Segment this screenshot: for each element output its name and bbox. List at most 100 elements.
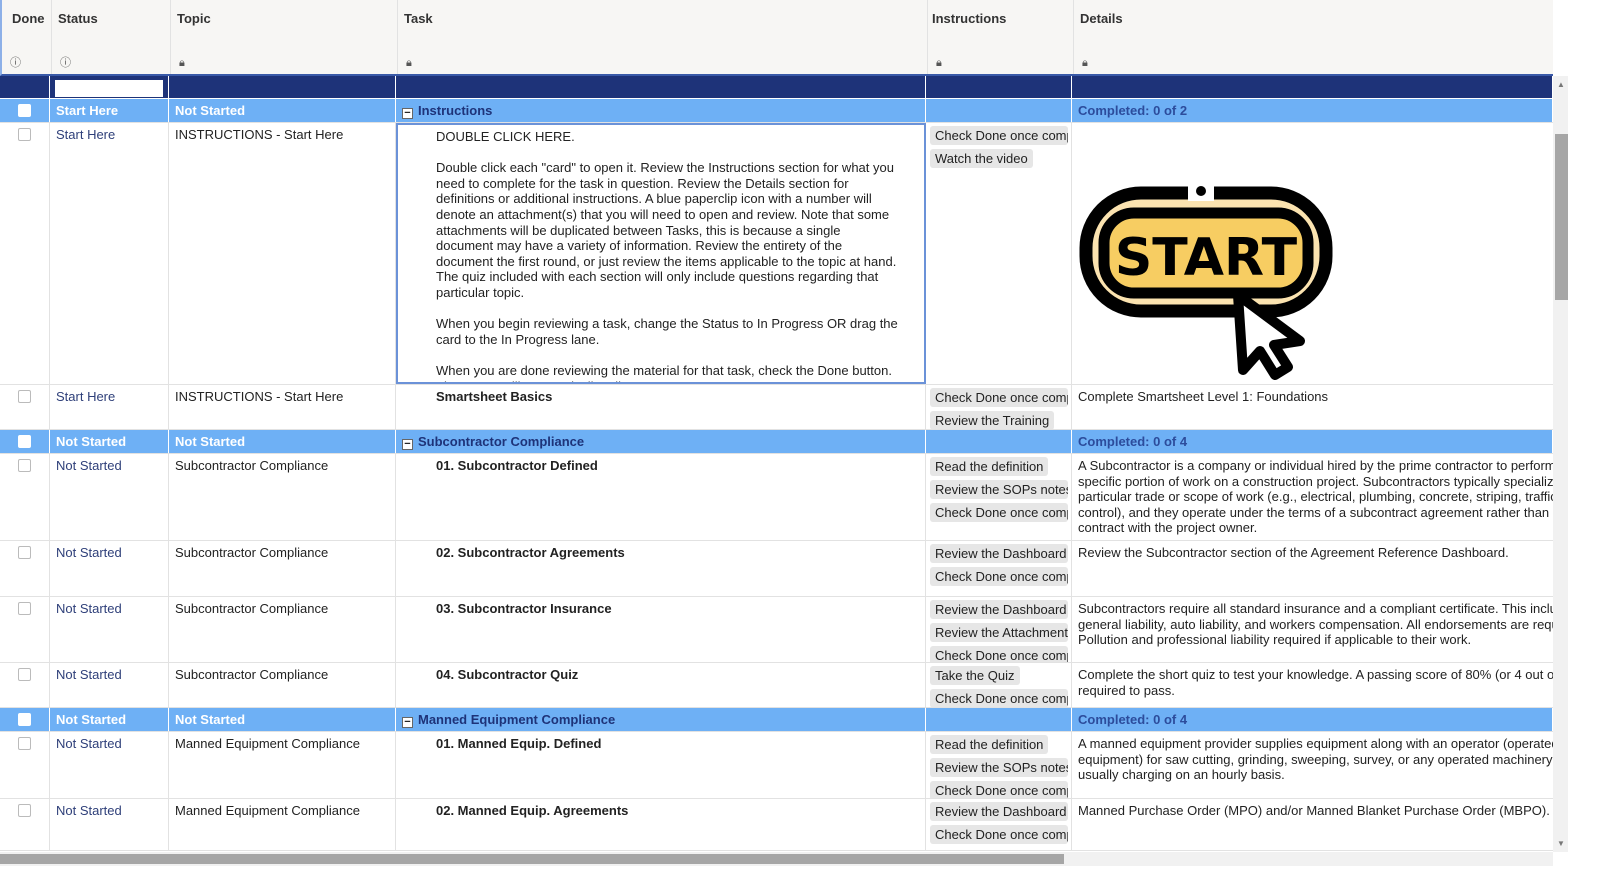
details-cell[interactable]: Completed: 0 of 4 xyxy=(1072,430,1553,453)
table-row[interactable]: Not Started Subcontractor Compliance 01.… xyxy=(0,454,1553,541)
task-cell[interactable]: Smartsheet Basics xyxy=(396,385,926,429)
done-checkbox[interactable] xyxy=(18,668,31,681)
details-cell[interactable]: Complete Smartsheet Level 1: Foundations xyxy=(1072,385,1553,429)
instruction-chip[interactable]: Read the definition xyxy=(930,457,1049,476)
details-cell[interactable]: Manned Purchase Order (MPO) and/or Manne… xyxy=(1072,799,1553,850)
group-row[interactable]: Not Started Not Started − Manned Equipmen… xyxy=(0,708,1553,732)
status-filter-input[interactable] xyxy=(55,80,163,97)
status-cell[interactable]: Not Started xyxy=(50,597,169,662)
topic-cell[interactable]: Subcontractor Compliance xyxy=(169,454,396,540)
instruction-chip[interactable]: Watch the video xyxy=(930,149,1033,168)
column-header-instructions[interactable]: Instructions 🔒︎ xyxy=(928,0,1074,74)
instructions-cell[interactable]: Review the Dashboard Check Done once comp… xyxy=(926,541,1072,596)
table-row[interactable]: Start Here INSTRUCTIONS - Start Here DOU… xyxy=(0,123,1553,385)
vertical-scroll-thumb[interactable] xyxy=(1555,134,1568,300)
column-header-status[interactable]: Status ⓘ xyxy=(52,0,171,74)
done-checkbox[interactable] xyxy=(18,602,31,615)
scroll-up-icon[interactable]: ▲ xyxy=(1557,80,1565,89)
topic-cell[interactable]: INSTRUCTIONS - Start Here xyxy=(169,123,396,384)
status-cell[interactable]: Not Started xyxy=(50,732,169,798)
task-cell[interactable]: 01. Manned Equip. Defined xyxy=(396,732,926,798)
column-header-topic[interactable]: Topic 🔒︎ xyxy=(171,0,398,74)
instructions-cell[interactable]: Check Done once complete Review the Train… xyxy=(926,385,1072,429)
instruction-chip[interactable]: Check Done once complete xyxy=(930,567,1068,586)
task-cell[interactable]: 02. Manned Equip. Agreements xyxy=(396,799,926,850)
done-checkbox[interactable] xyxy=(18,459,31,472)
instructions-cell[interactable]: Review the Dashboard Review the Attachmen… xyxy=(926,597,1072,662)
instruction-chip[interactable]: Check Done once complete xyxy=(930,503,1068,522)
topic-cell[interactable]: Not Started xyxy=(169,430,396,453)
task-cell[interactable]: − Manned Equipment Compliance xyxy=(396,708,926,731)
status-cell[interactable]: Start Here xyxy=(50,385,169,429)
status-cell[interactable]: Not Started xyxy=(50,454,169,540)
done-checkbox[interactable] xyxy=(18,737,31,750)
topic-cell[interactable]: Manned Equipment Compliance xyxy=(169,799,396,850)
done-checkbox[interactable] xyxy=(18,546,31,559)
instruction-chip[interactable]: Review the SOPs notes xyxy=(930,758,1068,777)
instructions-cell[interactable]: Take the Quiz Check Done once complete xyxy=(926,663,1072,707)
details-cell[interactable]: Complete the short quiz to test your kno… xyxy=(1072,663,1553,707)
done-checkbox[interactable] xyxy=(18,804,31,817)
status-cell[interactable]: Start Here xyxy=(50,99,169,122)
task-cell[interactable]: 01. Subcontractor Defined xyxy=(396,454,926,540)
status-cell[interactable]: Not Started xyxy=(50,541,169,596)
instructions-cell[interactable] xyxy=(926,99,1072,122)
instructions-cell[interactable] xyxy=(926,708,1072,731)
table-row[interactable]: Not Started Subcontractor Compliance 04.… xyxy=(0,663,1553,708)
instructions-cell[interactable]: Read the definition Review the SOPs notes… xyxy=(926,454,1072,540)
column-header-task[interactable]: Task 🔒︎ xyxy=(398,0,928,74)
status-cell[interactable]: Not Started xyxy=(50,663,169,707)
horizontal-scrollbar[interactable] xyxy=(0,852,1553,866)
done-checkbox[interactable] xyxy=(18,128,31,141)
instruction-chip[interactable]: Review the Dashboard xyxy=(930,600,1068,619)
instruction-chip[interactable]: Review the SOPs notes xyxy=(930,480,1068,499)
task-cell[interactable]: 02. Subcontractor Agreements xyxy=(396,541,926,596)
instruction-chip[interactable]: Take the Quiz xyxy=(930,666,1020,685)
instructions-cell[interactable]: Review the Dashboard Check Done once comp… xyxy=(926,799,1072,850)
details-cell[interactable]: Subcontractors require all standard insu… xyxy=(1072,597,1553,662)
table-row[interactable]: Not Started Subcontractor Compliance 02.… xyxy=(0,541,1553,597)
task-cell[interactable]: − Instructions xyxy=(396,99,926,122)
done-checkbox[interactable] xyxy=(18,104,31,117)
instruction-chip[interactable]: Check Done once complete xyxy=(930,126,1068,145)
instruction-chip[interactable]: Check Done once complete xyxy=(930,781,1068,798)
details-cell[interactable]: Completed: 0 of 2 xyxy=(1072,99,1553,122)
instruction-chip[interactable]: Review the Attachment xyxy=(930,623,1068,642)
instruction-chip[interactable]: Check Done once complete xyxy=(930,825,1068,844)
table-row[interactable]: Not Started Manned Equipment Compliance … xyxy=(0,799,1553,851)
done-checkbox[interactable] xyxy=(18,713,31,726)
topic-cell[interactable]: Not Started xyxy=(169,99,396,122)
task-cell[interactable]: 04. Subcontractor Quiz xyxy=(396,663,926,707)
column-header-details[interactable]: Details 🔒︎ xyxy=(1074,0,1555,74)
status-cell[interactable]: Start Here xyxy=(50,123,169,384)
status-cell[interactable]: Not Started xyxy=(50,799,169,850)
topic-cell[interactable]: Not Started xyxy=(169,708,396,731)
topic-cell[interactable]: Subcontractor Compliance xyxy=(169,597,396,662)
collapse-icon[interactable]: − xyxy=(402,108,413,119)
scroll-down-icon[interactable]: ▼ xyxy=(1557,839,1565,848)
instruction-chip[interactable]: Check Done once complete xyxy=(930,646,1068,662)
details-cell[interactable]: START xyxy=(1072,123,1553,384)
task-cell[interactable]: 03. Subcontractor Insurance xyxy=(396,597,926,662)
vertical-scrollbar[interactable]: ▲ ▼ xyxy=(1553,76,1568,852)
collapse-icon[interactable]: − xyxy=(402,439,413,450)
instruction-chip[interactable]: Read the definition xyxy=(930,735,1049,754)
done-checkbox[interactable] xyxy=(18,390,31,403)
task-cell[interactable]: − Subcontractor Compliance xyxy=(396,430,926,453)
task-cell[interactable]: DOUBLE CLICK HERE. Double click each "car… xyxy=(396,123,926,384)
table-row[interactable]: Not Started Manned Equipment Compliance … xyxy=(0,732,1553,799)
instruction-chip[interactable]: Check Done once complete xyxy=(930,388,1068,407)
group-row[interactable]: Not Started Not Started − Subcontractor C… xyxy=(0,430,1553,454)
done-checkbox[interactable] xyxy=(18,435,31,448)
details-cell[interactable]: Completed: 0 of 4 xyxy=(1072,708,1553,731)
status-cell[interactable]: Not Started xyxy=(50,708,169,731)
table-row[interactable]: Start Here INSTRUCTIONS - Start Here Sma… xyxy=(0,385,1553,430)
instructions-cell[interactable]: Check Done once complete Watch the video xyxy=(926,123,1072,384)
column-header-done[interactable]: Done ⓘ xyxy=(2,0,52,74)
instruction-chip[interactable]: Review the Dashboard xyxy=(930,544,1068,563)
collapse-icon[interactable]: − xyxy=(402,717,413,728)
table-row[interactable]: Not Started Subcontractor Compliance 03.… xyxy=(0,597,1553,663)
details-cell[interactable]: A Subcontractor is a company or individu… xyxy=(1072,454,1553,540)
instruction-chip[interactable]: Check Done once complete xyxy=(930,689,1068,707)
topic-cell[interactable]: INSTRUCTIONS - Start Here xyxy=(169,385,396,429)
